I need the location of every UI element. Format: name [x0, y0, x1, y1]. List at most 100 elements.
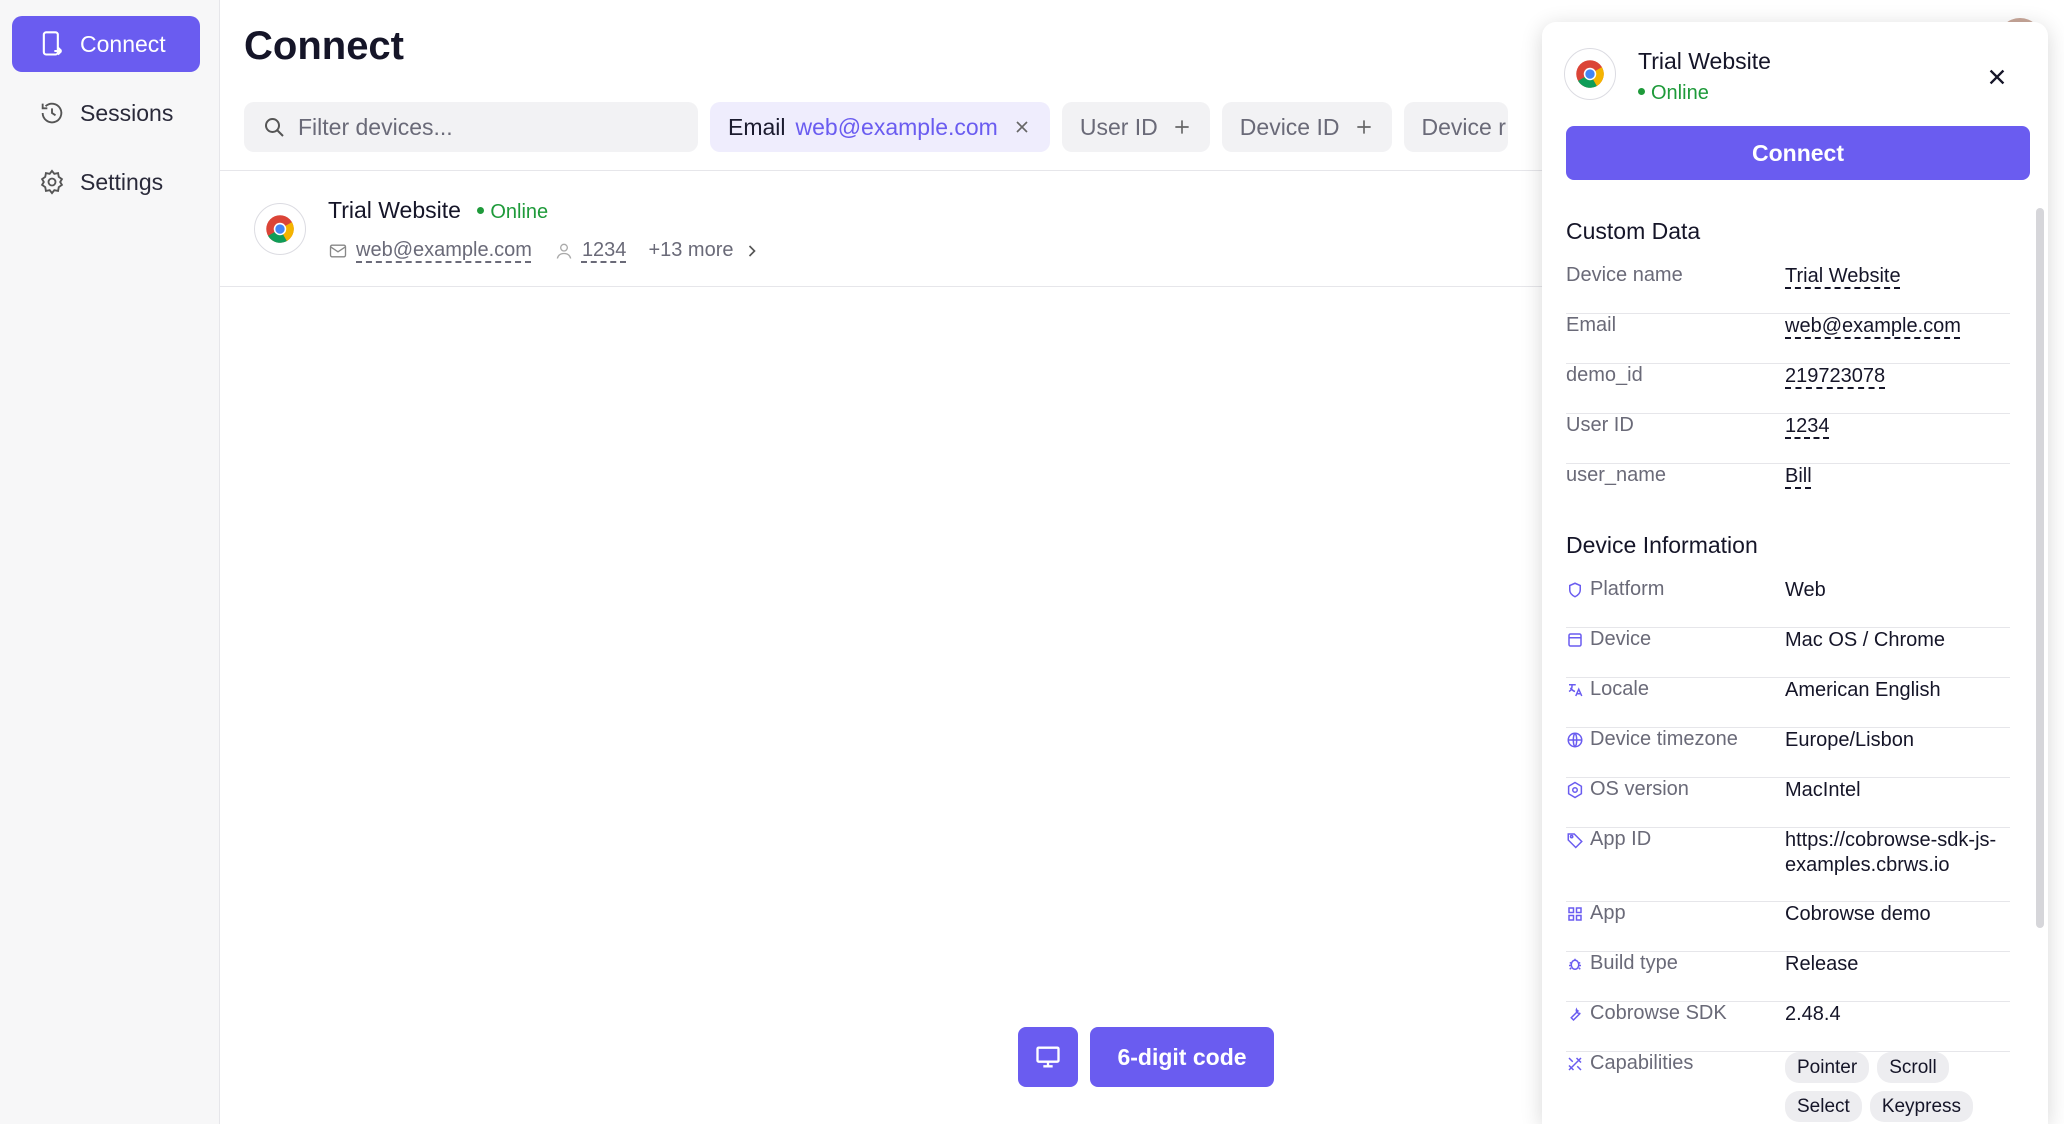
wrench-icon [1570, 1006, 1581, 1021]
sidebar: Connect Sessions Settings [0, 0, 220, 1124]
row-key: Cobrowse SDK [1590, 1002, 1727, 1024]
sidebar-item-connect[interactable]: Connect [12, 16, 200, 72]
device-name: Trial Website Online [328, 197, 548, 224]
filter-bar: Email web@example.com User ID Device ID … [244, 102, 1508, 152]
monitor-icon [1036, 1046, 1060, 1068]
device-info-row: Platform Web [1566, 578, 2010, 628]
more-link[interactable]: +13 more [648, 239, 733, 262]
row-value: American English [1785, 679, 1941, 701]
chrome-icon [1564, 48, 1616, 100]
status-text: Online [1651, 82, 1709, 104]
plus-icon [1175, 120, 1189, 134]
phone-connect-icon [42, 31, 63, 56]
row-key: Email [1566, 314, 1617, 336]
close-icon[interactable] [1012, 117, 1032, 137]
row-key: user_name [1566, 464, 1667, 486]
row-value: 2.48.4 [1785, 1003, 1841, 1025]
row-value: Cobrowse demo [1785, 903, 1931, 925]
device-name-text: Trial Website [328, 197, 461, 223]
custom-data-row: Device name Trial Website [1566, 264, 2010, 314]
row-key: User ID [1566, 414, 1634, 436]
close-icon [1989, 69, 2005, 85]
chip-label: Email [728, 113, 786, 140]
row-key: Capabilities [1590, 1052, 1694, 1074]
connect-button[interactable]: Connect [1566, 126, 2030, 180]
row-value: Web [1785, 579, 1826, 601]
sidebar-item-label: Settings [80, 168, 164, 195]
row-key: App [1590, 902, 1626, 924]
chip-label: User ID [1079, 113, 1158, 140]
capability-pill: Select [1785, 1091, 1862, 1122]
screen-share-button[interactable] [1018, 1027, 1078, 1087]
sidebar-item-label: Connect [80, 30, 166, 57]
device-detail-panel: Trial Website Online Connect Custom Data… [1542, 22, 2048, 1124]
row-value[interactable]: 219723078 [1785, 364, 2005, 389]
device-user-id[interactable]: 1234 [582, 239, 627, 262]
status-badge: Online [1638, 82, 1709, 105]
device-info-row: Locale American English [1566, 678, 2010, 728]
custom-data-row: demo_id 219723078 [1566, 364, 2010, 414]
close-button[interactable] [1980, 60, 2014, 94]
gear-icon [40, 169, 64, 195]
row-value: Release [1785, 953, 1859, 975]
chevron-right-icon[interactable] [742, 241, 762, 261]
search-input[interactable] [298, 113, 678, 141]
row-value[interactable]: web@example.com [1785, 314, 2005, 339]
device-info-row: Device Mac OS / Chrome [1566, 628, 2010, 678]
device-info-row: Device timezone Europe/Lisbon [1566, 728, 2010, 778]
row-key: Locale [1590, 678, 1649, 700]
device-email[interactable]: web@example.com [356, 239, 532, 262]
row-key: Device name [1566, 264, 1683, 286]
row-value[interactable]: Trial Website [1785, 264, 2005, 289]
row-key: Device timezone [1590, 728, 1738, 750]
row-key: Device [1590, 628, 1652, 650]
device-info-row: Build type Release [1566, 952, 2010, 1002]
history-icon [41, 102, 63, 124]
tag-icon [1567, 832, 1583, 849]
filter-chip-user-id[interactable]: User ID [1061, 102, 1210, 152]
six-digit-code-button[interactable]: 6-digit code [1090, 1027, 1274, 1087]
row-value: https://cobrowse-sdk-js-examples.cbrws.i… [1785, 829, 1997, 876]
row-key: Build type [1590, 952, 1678, 974]
device-row[interactable]: Trial Website Online web@example.com 123… [220, 170, 1560, 287]
device-info-row: Capabilities Pointer Scroll Select Keypress [1566, 1052, 2010, 1124]
sidebar-item-sessions[interactable]: Sessions [12, 85, 200, 141]
device-info-row: OS version MacIntel [1566, 778, 2010, 828]
filter-chip-email[interactable]: Email web@example.com [710, 102, 1050, 152]
chip-label: Device ID [1239, 113, 1340, 140]
globe-icon [1567, 732, 1583, 747]
row-key: App ID [1590, 828, 1652, 850]
page-title: Connect [244, 24, 404, 68]
mail-icon [329, 244, 347, 257]
capability-pill: Scroll [1877, 1052, 1949, 1083]
filter-chip-device-name[interactable]: Device r [1403, 102, 1508, 152]
device-info-title: Device Information [1566, 532, 1758, 558]
device-info-row: App ID https://cobrowse-sdk-js-examples.… [1566, 828, 2010, 902]
row-value: Europe/Lisbon [1785, 729, 1914, 751]
custom-data-title: Custom Data [1566, 218, 1701, 244]
apps-icon [1568, 906, 1582, 921]
search-box[interactable] [244, 102, 698, 152]
row-value[interactable]: Bill [1785, 464, 2005, 489]
filter-chip-device-id[interactable]: Device ID [1221, 102, 1392, 152]
user-icon [556, 243, 572, 259]
chip-value: web@example.com [795, 113, 998, 140]
row-value: Mac OS / Chrome [1785, 629, 1946, 651]
chip-label: Device r [1421, 113, 1506, 140]
shield-icon [1569, 581, 1581, 598]
device-info-row: Cobrowse SDK 2.48.4 [1566, 1002, 2010, 1052]
row-value[interactable]: 1234 [1785, 414, 2005, 439]
bug-icon [1569, 958, 1581, 970]
window-icon [1568, 632, 1582, 647]
panel-scrollbar[interactable] [2036, 208, 2044, 928]
plus-icon [1356, 120, 1371, 134]
device-info-row: App Cobrowse demo [1566, 902, 2010, 952]
chrome-icon [254, 203, 306, 255]
sidebar-item-settings[interactable]: Settings [12, 154, 200, 210]
custom-data-row: User ID 1234 [1566, 414, 2010, 464]
tools-icon [1568, 1056, 1582, 1071]
capability-pill: Pointer [1785, 1052, 1870, 1083]
sidebar-item-label: Sessions [80, 99, 174, 126]
translate-icon [1568, 683, 1583, 696]
row-key: OS version [1590, 778, 1689, 800]
